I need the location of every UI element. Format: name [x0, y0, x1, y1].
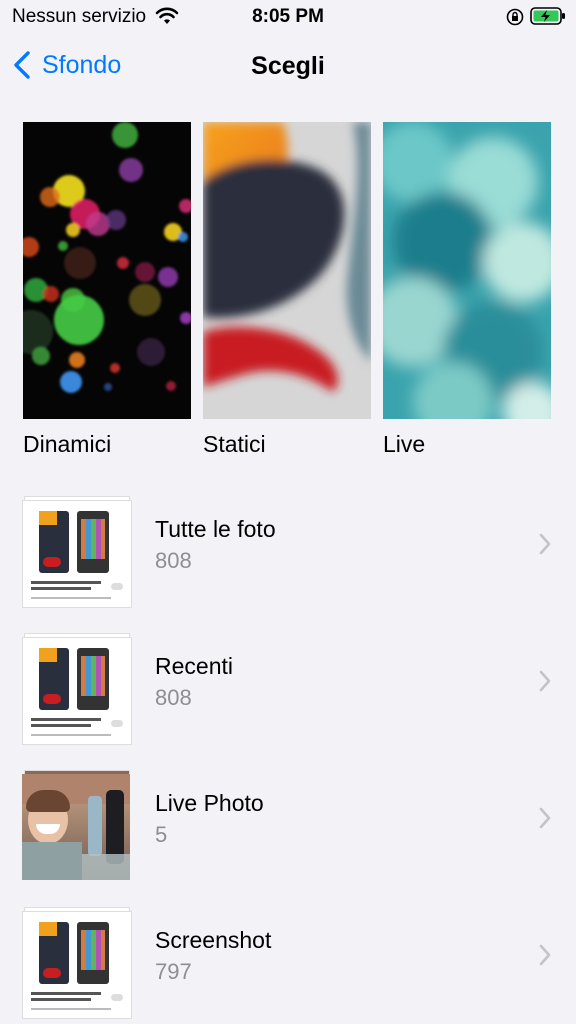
chevron-right-icon — [539, 944, 551, 966]
status-time: 8:05 PM — [252, 6, 324, 27]
album-name: Live Photo — [155, 790, 264, 816]
album-thumbnail — [22, 770, 130, 880]
album-thumbnail — [22, 907, 132, 1019]
album-count: 5 — [155, 822, 168, 847]
category-live[interactable]: Live — [383, 122, 551, 458]
category-dynamic[interactable]: Dinamici — [23, 122, 191, 458]
status-bar: Nessun servizio 8:05 PM — [0, 0, 576, 34]
album-name: Screenshot — [155, 927, 272, 953]
category-label: Statici — [203, 431, 266, 457]
orientation-lock-icon — [506, 8, 524, 26]
chevron-right-icon — [539, 807, 551, 829]
dynamic-wallpaper-thumbnail — [23, 122, 191, 419]
category-label: Dinamici — [23, 431, 112, 457]
category-label: Live — [383, 431, 426, 457]
battery-charging-icon — [530, 7, 565, 25]
album-thumbnail — [22, 496, 132, 608]
album-recents[interactable]: Recenti 808 — [0, 625, 576, 745]
live-wallpaper-thumbnail — [383, 122, 551, 419]
album-all-photos[interactable]: Tutte le foto 808 — [0, 488, 576, 608]
album-count: 797 — [155, 959, 192, 984]
album-count: 808 — [155, 548, 192, 573]
page-title: Scegli — [251, 52, 325, 80]
album-live-photos[interactable]: Live Photo 5 — [0, 762, 576, 882]
chevron-right-icon — [539, 533, 551, 555]
album-name: Tutte le foto — [155, 516, 276, 542]
bokeh-art — [23, 122, 191, 393]
album-thumbnail — [22, 633, 132, 745]
album-screenshots[interactable]: Screenshot 797 — [0, 899, 576, 1019]
album-count: 808 — [155, 685, 192, 710]
abstract-shapes-art — [203, 122, 371, 419]
category-static[interactable]: Statici — [203, 122, 371, 458]
album-name: Recenti — [155, 653, 233, 679]
smoke-art — [383, 122, 551, 419]
chevron-right-icon — [539, 670, 551, 692]
navigation-bar: Sfondo Scegli — [0, 38, 576, 92]
static-wallpaper-thumbnail — [203, 122, 371, 419]
